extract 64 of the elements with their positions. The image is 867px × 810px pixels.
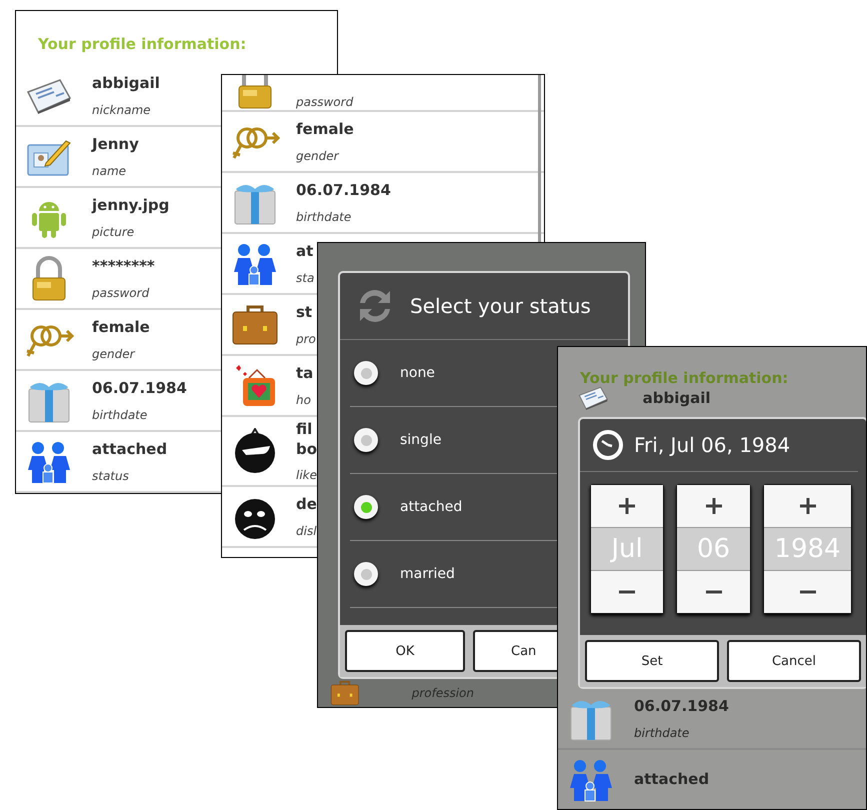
profile-value: Jenny — [92, 134, 139, 155]
dialog-button[interactable]: Cancel — [727, 640, 861, 682]
dialog-title: Fri, Jul 06, 1984 — [634, 433, 790, 457]
profile-value: female — [92, 317, 150, 338]
field-label: like — [296, 467, 318, 484]
profile-value: female — [296, 119, 354, 140]
field-label: ho — [296, 392, 312, 408]
field-label: status — [92, 468, 130, 484]
profile-value: attached — [92, 439, 168, 460]
field-label: disl — [296, 522, 317, 539]
radio-button[interactable] — [354, 361, 378, 385]
dialog-button[interactable]: Set — [585, 640, 719, 682]
increment-button[interactable] — [591, 485, 663, 527]
option-label[interactable]: none — [400, 365, 435, 381]
profile-value: attached — [634, 769, 710, 790]
minus-icon — [618, 590, 636, 594]
increment-button[interactable] — [764, 485, 851, 527]
field-label: gender — [92, 346, 136, 362]
profile-value: 06.07.1984 — [92, 378, 187, 399]
minus-icon — [798, 590, 816, 594]
grinning-emoticon-icon — [232, 428, 278, 474]
minus-icon — [704, 590, 722, 594]
profile-value: ******** — [92, 256, 155, 277]
field-label: sta — [296, 270, 314, 286]
postcard-icon — [578, 386, 609, 410]
radio-button[interactable] — [354, 428, 378, 452]
field-label: nickname — [92, 102, 152, 118]
plus-icon — [704, 497, 722, 515]
clock-icon — [592, 429, 624, 461]
option-label[interactable]: single — [400, 432, 442, 448]
field-label: birthdate — [92, 406, 148, 423]
field-label: birthdate — [296, 208, 352, 225]
plus-icon — [798, 497, 816, 515]
option-label[interactable]: attached — [400, 499, 462, 515]
briefcase-icon — [330, 680, 360, 706]
field-label: birthdate — [634, 724, 690, 741]
briefcase-icon — [231, 304, 279, 346]
field-label: profession — [412, 684, 474, 702]
field-label: picture — [92, 224, 136, 240]
option-label[interactable]: married — [400, 566, 455, 582]
field-label: pro — [296, 330, 316, 347]
field-label: gender — [296, 148, 340, 164]
radio-button[interactable] — [354, 562, 378, 586]
increment-button[interactable] — [677, 485, 750, 527]
dialog-button[interactable]: OK — [345, 630, 465, 672]
field-label: name — [92, 162, 128, 179]
profile-value: abbigail — [642, 388, 711, 408]
profile-value: de — [296, 494, 317, 515]
profile-value: abbigail — [92, 73, 160, 94]
profile-value: 06.07.1984 — [296, 180, 391, 201]
section-title: Your profile information: — [579, 368, 790, 387]
profile-value: st — [296, 302, 312, 323]
section-title: Your profile information: — [37, 34, 248, 55]
dialog-title: Select your status — [410, 294, 591, 318]
field-label: password — [296, 94, 354, 110]
profile-value: at — [296, 241, 314, 262]
profile-value: fil bo — [296, 418, 318, 460]
field-label: password — [92, 284, 150, 301]
profile-value: jenny.jpg — [92, 195, 170, 216]
plus-icon — [618, 497, 636, 515]
postcard-icon — [26, 78, 72, 114]
radio-button[interactable] — [354, 495, 378, 519]
profile-value: 06.07.1984 — [634, 696, 729, 717]
profile-value: ta — [296, 363, 314, 384]
